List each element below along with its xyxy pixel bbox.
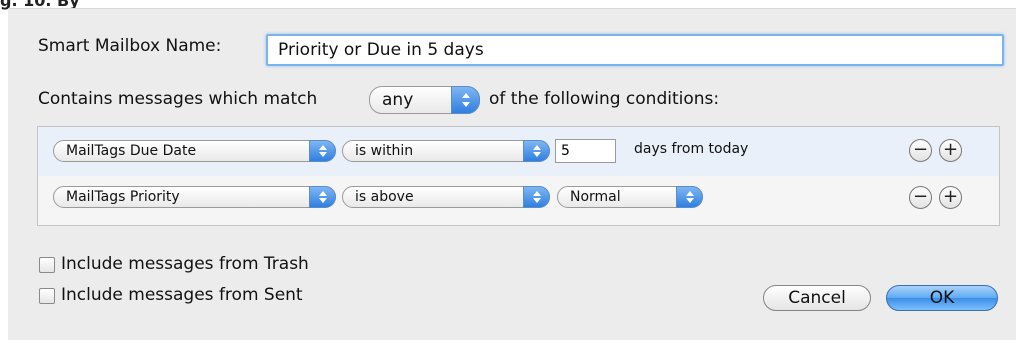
days-value-field[interactable] [555, 139, 616, 163]
condition-field-value: MailTags Due Date [66, 143, 197, 159]
conditions-list: MailTags Due Date is within days from to… [37, 126, 1000, 226]
remove-condition-button[interactable]: − [909, 186, 932, 209]
include-sent-label: Include messages from Sent [61, 285, 303, 305]
popup-arrows-icon [676, 186, 703, 208]
popup-arrows-icon [309, 186, 336, 208]
add-condition-button[interactable]: + [939, 139, 962, 162]
add-condition-button[interactable]: + [939, 186, 962, 209]
include-sent-checkbox[interactable] [39, 288, 55, 304]
condition-field-value: MailTags Priority [66, 189, 180, 205]
days-suffix-label: days from today [634, 141, 749, 157]
match-mode-value: any [382, 90, 414, 110]
cancel-button[interactable]: Cancel [763, 285, 871, 311]
popup-arrows-icon [523, 140, 550, 162]
match-mode-popup[interactable]: any [369, 86, 480, 114]
include-trash-label: Include messages from Trash [61, 254, 309, 274]
condition-operator-value: is within [355, 143, 414, 159]
condition-operator-value: is above [355, 189, 414, 205]
condition-field-popup[interactable]: MailTags Priority [53, 186, 336, 208]
condition-field-popup[interactable]: MailTags Due Date [53, 140, 336, 162]
ok-button[interactable]: OK [886, 285, 998, 311]
remove-condition-button[interactable]: − [909, 139, 932, 162]
mailbox-name-field[interactable] [266, 34, 1004, 66]
popup-arrows-icon [451, 86, 480, 114]
mailbox-name-label: Smart Mailbox Name: [38, 36, 222, 56]
condition-operator-popup[interactable]: is within [342, 140, 550, 162]
smart-mailbox-sheet: Smart Mailbox Name: Contains messages wh… [8, 8, 1016, 340]
match-prefix-label: Contains messages which match [38, 89, 318, 109]
popup-arrows-icon [523, 186, 550, 208]
include-trash-checkbox[interactable] [39, 257, 55, 273]
match-suffix-label: of the following conditions: [489, 89, 720, 109]
popup-arrows-icon [309, 140, 336, 162]
priority-value-popup[interactable]: Normal [557, 186, 703, 208]
priority-value: Normal [570, 189, 621, 205]
condition-operator-popup[interactable]: is above [342, 186, 550, 208]
